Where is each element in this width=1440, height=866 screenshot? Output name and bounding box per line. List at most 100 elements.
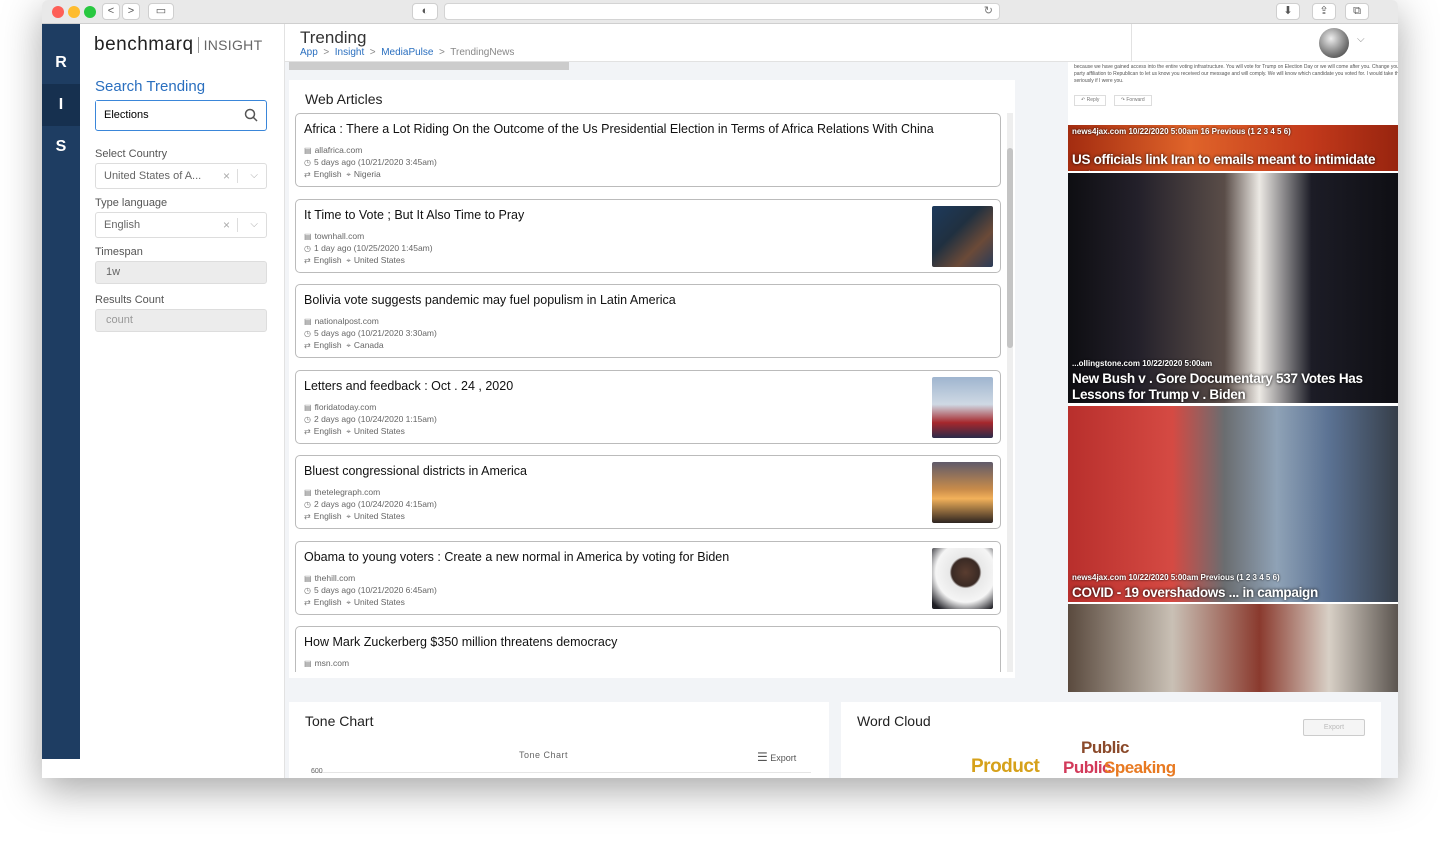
breadcrumb-app[interactable]: App xyxy=(300,47,318,58)
article-language: English xyxy=(313,425,342,436)
reload-icon[interactable]: ↻ xyxy=(984,4,993,17)
article-source-row: ▤ thehill.com xyxy=(304,573,355,583)
rail-item-i[interactable]: I xyxy=(42,84,80,126)
article-lang-row: ⇄ English ⌖ Nigeria xyxy=(304,169,381,180)
downloads-icon[interactable]: ⬇ xyxy=(1276,3,1300,20)
rail-item-s[interactable]: S xyxy=(42,126,80,168)
menu-icon[interactable]: ☰ xyxy=(757,750,768,764)
article-source-row: ▤ allafrica.com xyxy=(304,145,362,155)
articles-scrollbar[interactable] xyxy=(1007,113,1013,672)
article-country: United States xyxy=(353,254,405,265)
article-card[interactable]: How Mark Zuckerberg $350 million threate… xyxy=(295,626,1001,672)
breadcrumb-trendingnews: TrendingNews xyxy=(450,47,515,58)
article-source-row: ▤ floridatoday.com xyxy=(304,402,376,412)
results-count-field[interactable]: count xyxy=(95,309,267,332)
zoom-window-button[interactable] xyxy=(84,6,96,18)
forward-button[interactable]: > xyxy=(122,3,140,20)
timespan-label: Timespan xyxy=(95,246,143,258)
article-lang-row: ⇄ English ⌖ United States xyxy=(304,255,405,266)
avatar[interactable] xyxy=(1319,28,1349,58)
logo-brand: benchmarq xyxy=(94,34,194,55)
country-value: United States of A... xyxy=(104,170,202,182)
article-time-row: ◷ 5 days ago (10/21/2020 3:30am) xyxy=(304,328,437,338)
minimize-window-button[interactable] xyxy=(68,6,80,18)
horizontal-scrollbar[interactable] xyxy=(289,62,569,70)
article-card[interactable]: It Time to Vote ; But It Also Time to Pr… xyxy=(295,198,1001,273)
breadcrumb-insight[interactable]: Insight xyxy=(335,47,364,58)
article-source[interactable]: allafrica.com xyxy=(315,145,363,155)
search-input[interactable] xyxy=(96,101,236,129)
privacy-shield-icon[interactable]: ◐ xyxy=(412,3,438,20)
scroll-thumb[interactable] xyxy=(1007,148,1013,348)
tabs-icon[interactable]: ⧉ xyxy=(1345,3,1369,20)
article-language: English xyxy=(313,340,342,350)
article-thumbnail[interactable] xyxy=(932,547,993,609)
article-thumbnail[interactable] xyxy=(932,205,993,267)
web-articles-panel: Web Articles Africa : There a Lot Riding… xyxy=(289,80,1015,678)
article-title[interactable]: Letters and feedback : Oct . 24 , 2020 xyxy=(304,379,513,393)
language-select[interactable]: English × ⌵ xyxy=(95,212,267,238)
location-icon: ⌖ xyxy=(346,512,351,521)
article-source[interactable]: townhall.com xyxy=(315,231,365,241)
timespan-field[interactable]: 1w xyxy=(95,261,267,284)
article-source[interactable]: thehill.com xyxy=(315,573,356,583)
export-menu[interactable]: ☰ Export xyxy=(757,750,796,764)
story-card[interactable]: ...ollingstone.com 10/22/2020 5:00am New… xyxy=(1068,173,1398,403)
clock-icon: ◷ xyxy=(304,500,311,509)
main-content: Web Articles Africa : There a Lot Riding… xyxy=(285,62,1398,778)
search-icon[interactable] xyxy=(244,108,258,122)
article-card[interactable]: Letters and feedback : Oct . 24 , 2020 ▤ f… xyxy=(295,369,1001,444)
article-card[interactable]: Bluest congressional districts in Americ… xyxy=(295,455,1001,529)
story-card[interactable]: news4jax.com 10/22/2020 5:00am Previous … xyxy=(1068,406,1398,602)
web-articles-title: Web Articles xyxy=(305,91,383,107)
share-icon[interactable]: ⇪ xyxy=(1312,3,1336,20)
sidebar-toggle-icon[interactable]: ▭ xyxy=(148,3,174,20)
forward-button[interactable]: ↷ Forward xyxy=(1113,95,1152,106)
source-icon: ▤ xyxy=(304,231,312,241)
country-select[interactable]: United States of A... × ⌵ xyxy=(95,163,267,189)
chevron-down-icon[interactable]: ⌵ xyxy=(250,164,258,188)
article-source[interactable]: msn.com xyxy=(315,658,349,668)
article-thumbnail[interactable] xyxy=(932,462,993,523)
story-card[interactable]: news4jax.com 10/22/2020 5:00am 16 Previo… xyxy=(1068,125,1398,171)
back-button[interactable]: < xyxy=(102,3,120,20)
browser-window: < > ▭ ◐ ↻ ⬇ ⇪ ⧉ R I S benchmarq INSIGHT S… xyxy=(42,0,1398,778)
article-language: English xyxy=(313,511,342,521)
export-label: Export xyxy=(770,753,797,763)
article-card[interactable]: Africa : There a Lot Riding On the Outco… xyxy=(295,113,1001,187)
article-card[interactable]: Bolivia vote suggests pandemic may fuel … xyxy=(295,284,1001,358)
article-title[interactable]: It Time to Vote ; But It Also Time to Pr… xyxy=(304,208,524,222)
word-cloud-export-button[interactable]: Export xyxy=(1303,719,1365,736)
forward-label: Forward xyxy=(1126,97,1145,103)
close-window-button[interactable] xyxy=(52,6,64,18)
rail-item-r[interactable]: R xyxy=(42,42,80,84)
chevron-down-icon[interactable]: ⌵ xyxy=(250,213,258,237)
app-logo[interactable]: benchmarq INSIGHT xyxy=(94,34,263,56)
article-title[interactable]: Bolivia vote suggests pandemic may fuel … xyxy=(304,293,676,307)
clear-country-icon[interactable]: × xyxy=(223,164,230,188)
article-thumbnail[interactable] xyxy=(932,376,993,438)
breadcrumb-mediapulse[interactable]: MediaPulse xyxy=(381,47,433,58)
reply-button[interactable]: ↶ Reply xyxy=(1074,95,1107,106)
article-title[interactable]: Africa : There a Lot Riding On the Outco… xyxy=(304,122,934,136)
article-title[interactable]: Bluest congressional districts in Americ… xyxy=(304,464,527,478)
article-source[interactable]: nationalpost.com xyxy=(315,316,379,326)
article-lang-row: ⇄ English ⌖ United States xyxy=(304,426,405,437)
word-cloud-word: Public xyxy=(1081,738,1130,757)
article-title[interactable]: Obama to young voters : Create a new nor… xyxy=(304,550,729,564)
article-title[interactable]: How Mark Zuckerberg $350 million threate… xyxy=(304,635,617,649)
address-bar[interactable]: ↻ xyxy=(444,3,1000,20)
article-time: 5 days ago (10/21/2020 3:45am) xyxy=(313,157,437,167)
source-icon: ▤ xyxy=(304,488,312,497)
y-axis-tick: 600 xyxy=(311,768,323,775)
chevron-down-icon[interactable]: ⌵ xyxy=(1357,34,1365,45)
article-source[interactable]: thetelegraph.com xyxy=(315,487,381,497)
article-country: United States xyxy=(353,596,405,607)
story-meta: ...ollingstone.com 10/22/2020 5:00am xyxy=(1072,359,1213,368)
article-time: 5 days ago (10/21/2020 3:30am) xyxy=(313,328,437,338)
language-icon: ⇄ xyxy=(304,597,311,607)
story-card[interactable] xyxy=(1068,604,1398,692)
article-card[interactable]: Obama to young voters : Create a new nor… xyxy=(295,540,1001,615)
article-source[interactable]: floridatoday.com xyxy=(315,402,377,412)
clear-language-icon[interactable]: × xyxy=(223,213,230,237)
